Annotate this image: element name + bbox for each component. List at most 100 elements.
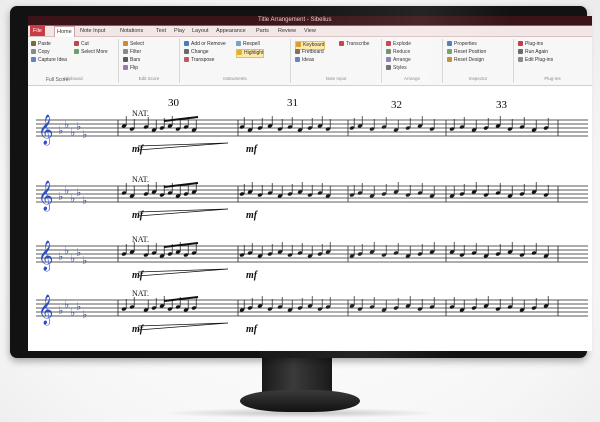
flat-icon: ♭ (64, 298, 69, 311)
ribbon-group-instruments: Add or Remove Change Transpose Respell H… (180, 39, 291, 83)
keyboard-icon (296, 42, 301, 48)
flat-icon: ♭ (70, 252, 75, 265)
menu-review[interactable]: Review (278, 26, 296, 36)
flat-icon: ♭ (70, 192, 75, 205)
dynamic-marking: mf (246, 144, 259, 155)
flat-icon: ♭ (58, 304, 63, 317)
plugins-button[interactable]: Plug-ins (518, 41, 543, 48)
transcribe-button[interactable]: Transcribe (339, 41, 369, 48)
measure-number: 30 (168, 97, 180, 109)
reset-position-button[interactable]: Reset Position (447, 49, 486, 56)
screen: Title Arrangement - Sibelius File Home N… (28, 16, 592, 351)
technique-text: NAT. (132, 235, 149, 244)
dynamic-marking: mf (132, 144, 145, 155)
edit-plugins-button[interactable]: Edit Plug-ins (518, 57, 553, 64)
menu-view[interactable]: View (304, 26, 316, 36)
filter-button[interactable]: Filter (123, 49, 141, 56)
measure-number: 33 (496, 99, 508, 111)
menu-note-input[interactable]: Note Input (80, 26, 105, 36)
arrange-button[interactable]: Arrange (386, 57, 411, 64)
select-more-button[interactable]: Select More (74, 49, 108, 56)
styles-button[interactable]: Styles (386, 65, 407, 72)
technique-text: NAT. (132, 175, 149, 184)
select-icon (74, 49, 79, 55)
paste-icon (31, 41, 36, 47)
ribbon-group-edit-score: Select Filter Bars Flip Edit Score (119, 39, 180, 83)
fretboard-icon (295, 49, 300, 55)
paste-button[interactable]: Paste (31, 41, 51, 48)
measure-numbers: 30 31 32 33 (168, 97, 508, 111)
cut-button[interactable]: Cut (74, 41, 89, 48)
window-title: Title Arrangement - Sibelius (258, 17, 332, 23)
copy-icon (31, 49, 36, 55)
edit-icon (518, 57, 523, 63)
ribbon-group-label: Clipboard (63, 76, 83, 81)
flat-icon: ♭ (76, 186, 81, 199)
reduce-button[interactable]: Reduce (386, 49, 410, 56)
treble-clef-icon: 𝄞 (38, 294, 53, 326)
add-remove-instruments-button[interactable]: Add or Remove (184, 41, 226, 48)
beam (163, 242, 199, 248)
arrange-icon (386, 57, 391, 63)
transpose-button[interactable]: Transpose (184, 57, 214, 64)
reduce-icon (386, 49, 391, 55)
technique-text: NAT. (132, 109, 149, 118)
change-instrument-button[interactable]: Change (184, 49, 209, 56)
scissors-icon (74, 41, 79, 47)
properties-button[interactable]: Properties (447, 41, 477, 48)
run-again-button[interactable]: Run Again (518, 49, 548, 56)
hairpin (137, 322, 229, 331)
score-canvas[interactable]: 30 31 32 33 𝄞 ♭ ♭♭ ♭♭NAT.mf mf𝄞 ♭ ♭♭ ♭♭NAT.mf mf… (28, 86, 592, 351)
plugin-icon (518, 41, 523, 47)
menu-text[interactable]: Text (156, 26, 166, 36)
reset-design-button[interactable]: Reset Design (447, 57, 484, 64)
explode-button[interactable]: Explode (386, 41, 411, 48)
explode-icon (386, 41, 391, 47)
transcribe-icon (339, 41, 344, 47)
staff: 𝄞 ♭ ♭♭ ♭♭NAT.mf mf (36, 175, 588, 221)
dynamic-marking: mf (132, 324, 145, 335)
highlight-button[interactable]: Highlight (236, 49, 265, 58)
measure-number: 32 (391, 99, 402, 111)
ribbon-group-clipboard: Paste Copy Capture Idea Cut Select More … (28, 39, 119, 83)
title-bar: Title Arrangement - Sibelius (28, 16, 592, 26)
bars-button[interactable]: Bars (123, 57, 140, 64)
monitor: Title Arrangement - Sibelius File Home N… (10, 6, 592, 358)
menu-file[interactable]: File (30, 26, 45, 36)
flat-icon: ♭ (64, 118, 69, 131)
ribbon: Paste Copy Capture Idea Cut Select More … (28, 37, 592, 86)
flat-icon: ♭ (58, 250, 63, 263)
menu-bar: File Home Note Input Notations Text Play… (28, 26, 592, 38)
menu-play[interactable]: Play (174, 26, 185, 36)
flip-button[interactable]: Flip (123, 65, 138, 72)
flat-icon: ♭ (76, 246, 81, 259)
fretboard-button[interactable]: Fretboard (295, 49, 324, 56)
score-document[interactable]: 30 31 32 33 𝄞 ♭ ♭ ♭ ♭ ♭ NAT. mf mf 𝄞 ♭ ♭ ♭ ♭ ♭ NAT. mf mf… (28, 86, 592, 351)
staff: 𝄞 ♭ ♭♭ ♭♭NAT.mf mf (36, 235, 588, 281)
menu-parts[interactable]: Parts (256, 26, 269, 36)
menu-appearance[interactable]: Appearance (216, 26, 246, 36)
reset-design-icon (447, 57, 452, 63)
respell-button[interactable]: Respell (236, 41, 260, 48)
copy-button[interactable]: Copy (31, 49, 50, 56)
styles-icon (386, 65, 391, 71)
menu-notations[interactable]: Notations (120, 26, 143, 36)
menu-layout[interactable]: Layout (192, 26, 209, 36)
ideas-button[interactable]: Ideas (295, 57, 314, 64)
monitor-stand-neck (262, 358, 332, 394)
capture-idea-button[interactable]: Capture Idea (31, 57, 67, 64)
ribbon-group-label: Instruments (223, 76, 247, 81)
staff: 𝄞 ♭ ♭♭ ♭♭NAT.mf mf (36, 289, 588, 335)
beam (163, 182, 199, 188)
treble-clef-icon: 𝄞 (38, 114, 53, 146)
dynamic-marking: mf (246, 324, 259, 335)
ribbon-group-label: Plug-ins (544, 76, 561, 81)
flat-icon: ♭ (82, 128, 87, 141)
dynamic-marking: mf (246, 270, 259, 281)
lightbulb-icon (31, 57, 36, 63)
flat-icon: ♭ (64, 184, 69, 197)
select-button[interactable]: Select (123, 41, 144, 48)
run-icon (518, 49, 523, 55)
filter-icon (123, 49, 128, 55)
ribbon-group-inspector: Properties Reset Position Reset Design I… (443, 39, 514, 83)
